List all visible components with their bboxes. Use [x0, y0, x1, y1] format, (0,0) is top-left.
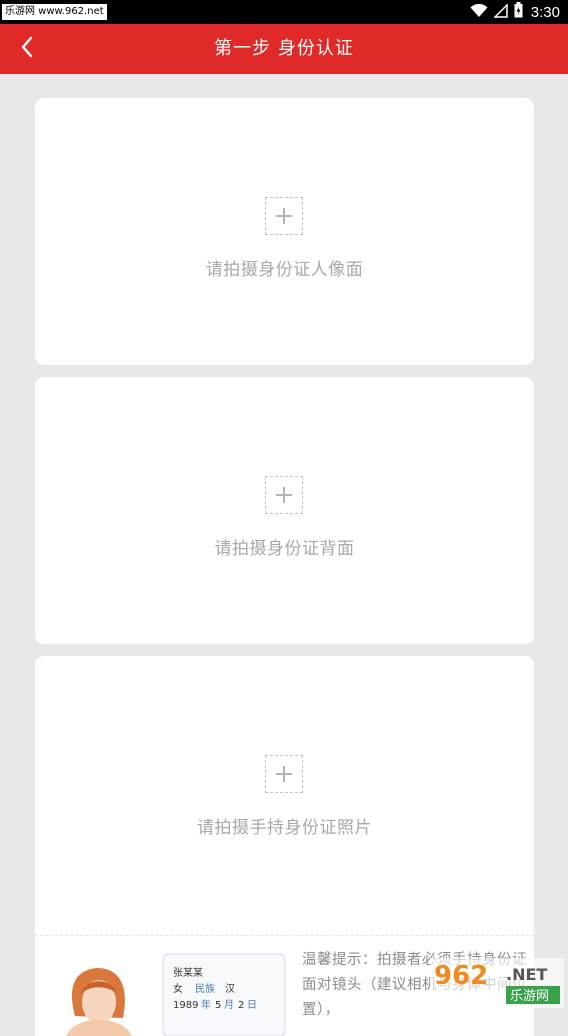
status-bar: 乐游网 www.962.net 3:30	[0, 0, 568, 24]
id-back-upload-label: 请拍摄身份证背面	[214, 539, 355, 559]
add-icon	[265, 197, 303, 235]
signal-icon	[492, 2, 508, 22]
id-card-birth-year-unit: 年	[201, 998, 211, 1011]
id-card-birth-day: 2	[238, 1000, 244, 1011]
id-front-upload-card[interactable]: 请拍摄身份证人像面	[35, 98, 534, 365]
id-front-upload-label: 请拍摄身份证人像面	[205, 260, 364, 280]
site-watermark-logo: 962 .NET 乐游网	[430, 958, 564, 1008]
watermark-tld: .NET	[506, 965, 547, 984]
id-card-name: 张某某	[173, 967, 203, 979]
person-avatar-illustration	[66, 968, 132, 1036]
handheld-id-example-illustration: 张某某 女 民族 汉 1989 年 5 月 2 日	[66, 953, 286, 1036]
id-card-birth-month: 5	[215, 1000, 221, 1011]
divider	[35, 935, 534, 936]
header: 第一步 身份认证	[0, 24, 568, 74]
id-card-ethnicity: 汉	[225, 983, 235, 995]
id-card-ethnicity-label: 民族	[195, 982, 215, 995]
battery-icon	[514, 2, 523, 22]
id-back-upload-card[interactable]: 请拍摄身份证背面	[35, 377, 534, 644]
add-icon	[265, 755, 303, 793]
id-card-birth-year: 1989	[173, 1000, 198, 1011]
id-card-gender: 女	[173, 982, 183, 995]
status-time: 3:30	[530, 3, 560, 21]
id-card-birth-month-unit: 月	[224, 999, 234, 1011]
watermark-brand: 962	[434, 961, 488, 991]
id-card-birth-day-unit: 日	[247, 1000, 257, 1011]
page-title: 第一步 身份认证	[214, 38, 354, 59]
status-icons: 3:30	[470, 2, 560, 22]
handheld-id-upload-label: 请拍摄手持身份证照片	[197, 818, 372, 838]
status-bar-watermark: 乐游网 www.962.net	[2, 4, 107, 20]
add-icon	[265, 476, 303, 514]
watermark-label: 乐游网	[510, 989, 549, 1004]
wifi-icon	[470, 3, 488, 22]
id-card-illustration: 张某某 女 民族 汉 1989 年 5 月 2 日	[162, 953, 286, 1036]
